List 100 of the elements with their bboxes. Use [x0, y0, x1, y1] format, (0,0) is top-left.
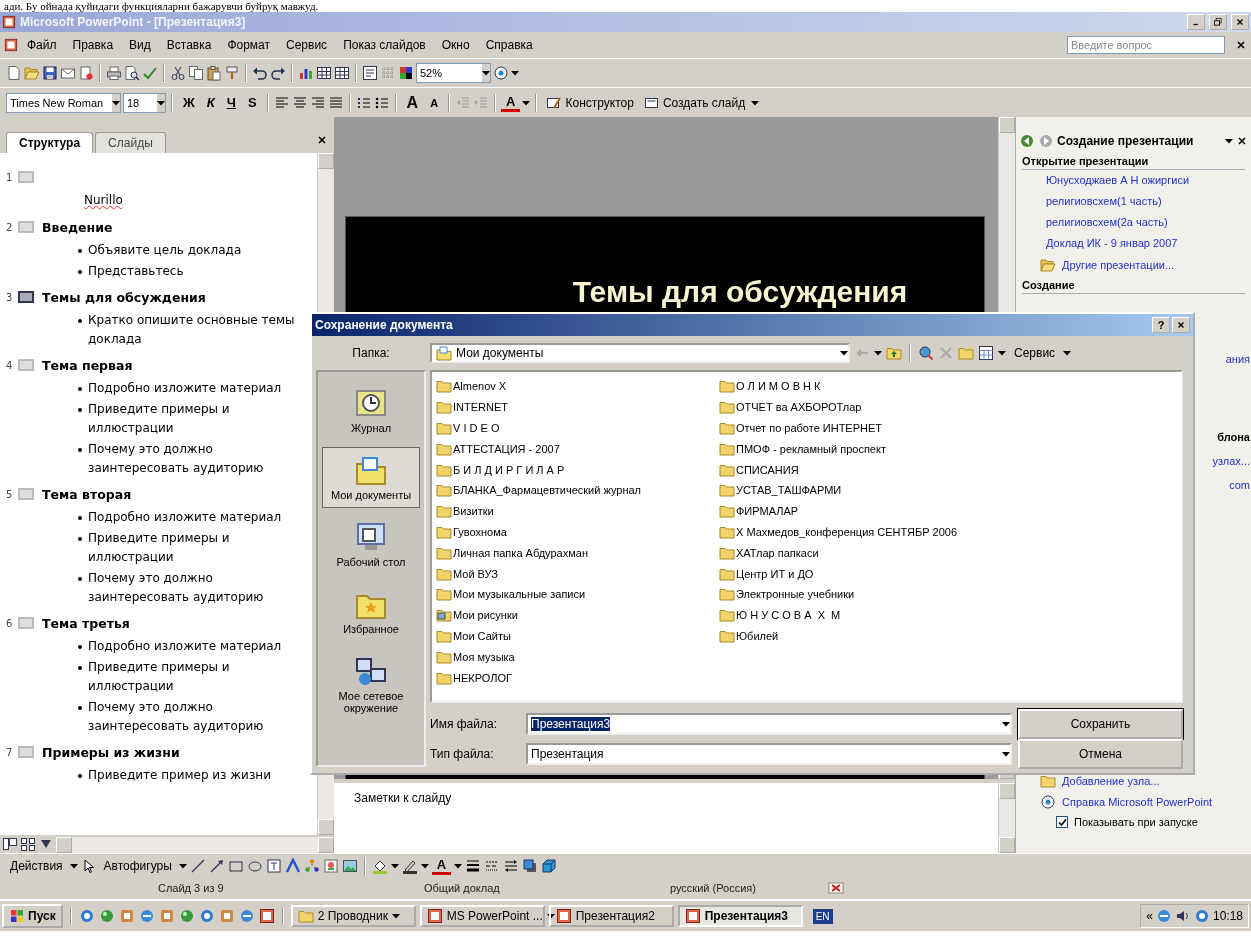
save-button[interactable]: Сохранить: [1018, 709, 1183, 739]
folder-item[interactable]: Мои Сайты: [436, 625, 719, 647]
app-icon[interactable]: [198, 908, 215, 924]
folder-item[interactable]: О Л И М О В Н К: [719, 376, 1002, 397]
folder-item[interactable]: Визитки: [436, 500, 719, 522]
folder-item[interactable]: Отчет по работе ИНТЕРНЕТ: [719, 417, 1002, 439]
language-indicator[interactable]: EN: [812, 908, 833, 924]
menu-item[interactable]: Окно: [434, 36, 477, 54]
notes-field[interactable]: Заметки к слайду: [334, 783, 998, 853]
paste-icon[interactable]: [206, 65, 222, 81]
menu-item[interactable]: Вставка: [159, 36, 219, 54]
views-icon[interactable]: [978, 345, 994, 361]
folder-item[interactable]: Мои рисунки: [436, 604, 719, 626]
place-item[interactable]: Мое сетевое окружение: [322, 648, 420, 721]
restore-button[interactable]: [1209, 14, 1227, 30]
close-button[interactable]: [1231, 14, 1249, 30]
menu-item[interactable]: Файл: [20, 36, 64, 54]
align-left-icon[interactable]: [273, 94, 290, 111]
shadow-icon[interactable]: [522, 857, 539, 874]
tray-expand-button[interactable]: «: [1146, 909, 1153, 923]
wordart-icon[interactable]: [284, 857, 301, 874]
slide-sorter-icon[interactable]: [20, 836, 36, 852]
tray-app-icon[interactable]: [1193, 908, 1210, 924]
table-icon[interactable]: [316, 65, 332, 81]
task-link[interactable]: com: [1229, 479, 1250, 491]
scrollbar[interactable]: [56, 835, 334, 853]
save-icon[interactable]: [42, 65, 58, 81]
place-item[interactable]: Журнал: [322, 380, 420, 441]
font-color-button[interactable]: A: [501, 93, 521, 112]
underline-button[interactable]: Ч: [221, 95, 241, 110]
open-folder-icon[interactable]: [1040, 256, 1056, 273]
arrow-icon[interactable]: [208, 857, 225, 874]
menu-item[interactable]: Показ слайдов: [336, 36, 433, 54]
folder-item[interactable]: Almenov X: [436, 376, 719, 397]
align-right-icon[interactable]: [309, 94, 326, 111]
browser-icon[interactable]: [78, 908, 95, 924]
color-icon[interactable]: [398, 65, 414, 81]
shadow-button[interactable]: S: [242, 95, 262, 110]
new-slide-button[interactable]: Создать слайд: [662, 95, 746, 110]
normal-view-icon[interactable]: [2, 836, 18, 852]
folder-item[interactable]: Электронные учебники: [719, 583, 1002, 605]
font-color-button[interactable]: A: [431, 856, 452, 875]
add-site-link[interactable]: Добавление узла...: [1062, 774, 1160, 787]
folder-item[interactable]: Х Махмедов_конференция СЕНТЯБР 2006: [719, 521, 1002, 543]
help-icon[interactable]: [493, 65, 509, 81]
place-item[interactable]: Избранное: [322, 581, 420, 642]
close-icon[interactable]: [1235, 39, 1247, 51]
font-size-field[interactable]: 18: [123, 92, 166, 113]
line-icon[interactable]: [189, 857, 206, 874]
line-style-icon[interactable]: [465, 857, 482, 874]
recent-file-link[interactable]: Доклад ИК - 9 январ 2007: [1046, 237, 1178, 249]
permission-icon[interactable]: [78, 65, 94, 81]
folder-item[interactable]: Мои музыкальные записи: [436, 583, 719, 605]
new-document-icon[interactable]: [6, 65, 22, 81]
place-item[interactable]: Мои документы: [322, 447, 420, 508]
task-link[interactable]: узлах...: [1212, 455, 1250, 467]
filename-field[interactable]: Презентация3: [526, 713, 1012, 735]
help-icon[interactable]: [1040, 793, 1056, 810]
recent-file-link[interactable]: Юнусходжаев А Н ожиргиси: [1046, 174, 1190, 186]
more-presentations-link[interactable]: Другие презентации...: [1062, 258, 1175, 271]
three-d-icon[interactable]: [541, 857, 558, 874]
cancel-button[interactable]: Отмена: [1018, 739, 1183, 769]
menu-item[interactable]: Справка: [478, 36, 540, 54]
justify-icon[interactable]: [327, 94, 344, 111]
slide-icon[interactable]: [18, 291, 34, 303]
text-box-icon[interactable]: [265, 857, 282, 874]
picture-icon[interactable]: [341, 857, 358, 874]
italic-button[interactable]: К: [201, 95, 220, 110]
tools-menu[interactable]: Сервис: [1010, 346, 1060, 360]
volume-icon[interactable]: [1174, 908, 1191, 924]
folder-item[interactable]: Гувохнома: [436, 521, 719, 543]
shrink-font-button[interactable]: A: [425, 96, 444, 109]
cut-icon[interactable]: [170, 65, 186, 81]
email-icon[interactable]: [60, 65, 76, 81]
folder-item[interactable]: ФИРМАЛАР: [719, 500, 1002, 522]
menu-item[interactable]: Сервис: [279, 36, 335, 54]
web-search-icon[interactable]: [918, 345, 934, 361]
pane-tab[interactable]: Слайды: [95, 132, 166, 153]
help-link[interactable]: Справка Microsoft PowerPoint: [1062, 795, 1213, 808]
close-icon[interactable]: [1236, 135, 1248, 147]
redo-icon[interactable]: [270, 65, 286, 81]
diagram-icon[interactable]: [303, 857, 320, 874]
up-folder-icon[interactable]: [886, 345, 902, 361]
design-button[interactable]: Конструктор: [565, 95, 634, 110]
folder-item[interactable]: Ю Н У С О В А Х М: [719, 604, 1002, 626]
task-link[interactable]: ания: [1225, 353, 1250, 365]
close-button[interactable]: [1172, 317, 1190, 333]
actions-menu[interactable]: Действия: [6, 858, 67, 873]
folder-item[interactable]: Моя музыка: [436, 646, 719, 668]
arrow-style-icon[interactable]: [503, 857, 520, 874]
folder-item[interactable]: Личная папка Абдурахман: [436, 542, 719, 564]
folder-item[interactable]: INTERNET: [436, 396, 719, 418]
back-icon[interactable]: [1019, 133, 1035, 149]
menu-item[interactable]: Правка: [65, 36, 121, 54]
print-icon[interactable]: [106, 65, 122, 81]
zoom-field[interactable]: 52%: [416, 63, 491, 83]
taskbar-button[interactable]: 2 Проводник: [290, 905, 416, 927]
taskbar-button[interactable]: Презентация3: [677, 905, 803, 927]
filetype-dropdown[interactable]: Презентация: [526, 743, 1012, 765]
recent-file-link[interactable]: религиовсхем(1 часть): [1046, 195, 1162, 207]
